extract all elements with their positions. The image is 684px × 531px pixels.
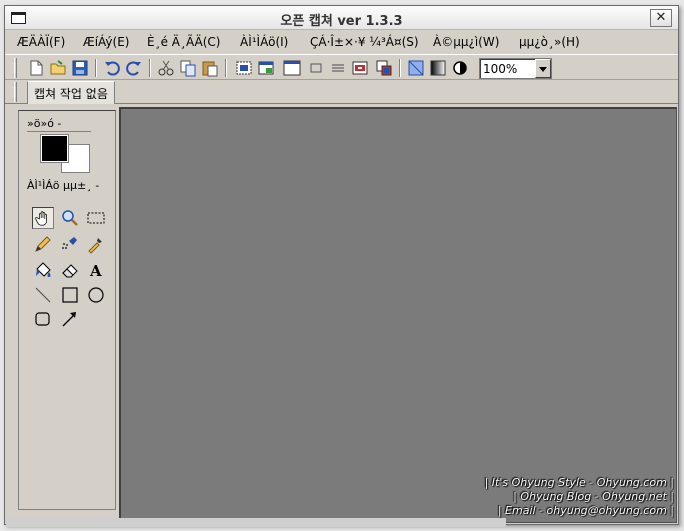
paste-icon[interactable] bbox=[201, 59, 219, 77]
watermark-line: | It's Ohyung Style - Ohyung.com | bbox=[484, 476, 674, 489]
menu-help[interactable]: µµ¿ò¸»(H) bbox=[519, 35, 580, 49]
capture-scroll-icon[interactable] bbox=[329, 59, 347, 77]
zoom-select[interactable]: 100% bbox=[479, 58, 552, 79]
open-folder-icon[interactable] bbox=[49, 59, 67, 77]
toolbar-separator bbox=[95, 59, 97, 77]
arrow-tool-icon[interactable] bbox=[59, 308, 81, 330]
toolbar-separator bbox=[149, 59, 151, 77]
rect-select-icon[interactable] bbox=[85, 207, 107, 229]
menu-window[interactable]: À©µµ¿ì(W) bbox=[433, 35, 499, 49]
invert-color-icon[interactable] bbox=[451, 59, 469, 77]
watermark-line: | Ohyung Blog - Ohyung.net | bbox=[513, 490, 674, 503]
hand-pan-icon[interactable] bbox=[32, 207, 54, 229]
pencil-icon[interactable] bbox=[32, 233, 54, 255]
ellipse-tool-icon[interactable] bbox=[85, 284, 107, 306]
rectangle-tool-icon[interactable] bbox=[59, 284, 81, 306]
svg-text:A: A bbox=[89, 262, 102, 280]
watermark-line: | Email - ohyung@ohyung.com | bbox=[497, 504, 674, 517]
menu-file[interactable]: ÆÄÀÏ(F) bbox=[17, 35, 65, 49]
close-button[interactable]: ✕ bbox=[650, 9, 672, 27]
foreground-color-swatch[interactable] bbox=[40, 134, 69, 163]
image-effect-icon[interactable] bbox=[407, 59, 425, 77]
toolbar-grip[interactable] bbox=[14, 58, 17, 78]
text-tool-icon[interactable]: A bbox=[85, 259, 107, 281]
tab-no-capture[interactable]: 캡쳐 작업 없음 bbox=[27, 81, 115, 104]
title-bar[interactable]: 오픈 캡쳐 ver 1.3.3 ✕ bbox=[5, 6, 678, 30]
divider bbox=[27, 131, 91, 132]
eraser-icon[interactable] bbox=[59, 259, 81, 281]
tabbar-grip[interactable] bbox=[14, 82, 17, 102]
capture-object-icon[interactable] bbox=[351, 59, 369, 77]
capture-menu-icon[interactable] bbox=[375, 59, 393, 77]
menu-edit[interactable]: ÆíÁý(E) bbox=[83, 35, 129, 49]
tool-panel: »ö»ó - ÀÌ¹ÌÁö µµ±¸ - A bbox=[18, 110, 116, 510]
app-window: 오픈 캡쳐 ver 1.3.3 ✕ ÆÄÀÏ(F) ÆíÁý(E) È­¸é Ä… bbox=[4, 5, 679, 525]
capture-fullscreen-icon[interactable] bbox=[283, 59, 301, 77]
tool-section-label: ÀÌ¹ÌÁö µµ±¸ - bbox=[27, 179, 100, 192]
menu-capture[interactable]: È­¸é Ä¸ÃÄ(C) bbox=[147, 35, 220, 49]
new-file-icon[interactable] bbox=[27, 59, 45, 77]
rounded-rect-tool-icon[interactable] bbox=[32, 308, 54, 330]
color-picker-icon[interactable] bbox=[85, 233, 107, 255]
save-icon[interactable] bbox=[71, 59, 89, 77]
window-title: 오픈 캡쳐 ver 1.3.3 bbox=[280, 14, 403, 29]
chevron-down-icon[interactable] bbox=[535, 59, 551, 78]
capture-region-icon[interactable] bbox=[235, 59, 253, 77]
watermark: | It's Ohyung Style - Ohyung.com | | Ohy… bbox=[485, 476, 674, 518]
redo-icon[interactable] bbox=[125, 59, 143, 77]
grayscale-icon[interactable] bbox=[429, 59, 447, 77]
color-section-label: »ö»ó - bbox=[27, 117, 62, 130]
capture-window-icon[interactable] bbox=[257, 59, 275, 77]
toolbar-separator bbox=[399, 59, 401, 77]
menu-bar: ÆÄÀÏ(F) ÆíÁý(E) È­¸é Ä¸ÃÄ(C) ÀÌ¹ÌÁö(I) Ç… bbox=[5, 31, 678, 53]
zoom-value: 100% bbox=[483, 62, 518, 76]
image-canvas[interactable] bbox=[119, 107, 677, 523]
main-toolbar: 100% bbox=[5, 54, 678, 80]
menu-image[interactable]: ÀÌ¹ÌÁö(I) bbox=[240, 35, 288, 49]
spray-brush-icon[interactable] bbox=[59, 233, 81, 255]
cut-icon[interactable] bbox=[157, 59, 175, 77]
toolbar-separator bbox=[225, 59, 227, 77]
document-tab-bar: 캡쳐 작업 없음 bbox=[5, 81, 678, 104]
undo-icon[interactable] bbox=[103, 59, 121, 77]
line-tool-icon[interactable] bbox=[32, 284, 54, 306]
copy-icon[interactable] bbox=[179, 59, 197, 77]
capture-fixed-icon[interactable] bbox=[307, 59, 325, 77]
menu-settings[interactable]: ÇÁ·Î±×·¥ ¼³Á¤(S) bbox=[310, 35, 419, 49]
zoom-magnifier-icon[interactable] bbox=[59, 207, 81, 229]
paint-bucket-icon[interactable] bbox=[32, 259, 54, 281]
background-window-edge bbox=[6, 518, 506, 527]
